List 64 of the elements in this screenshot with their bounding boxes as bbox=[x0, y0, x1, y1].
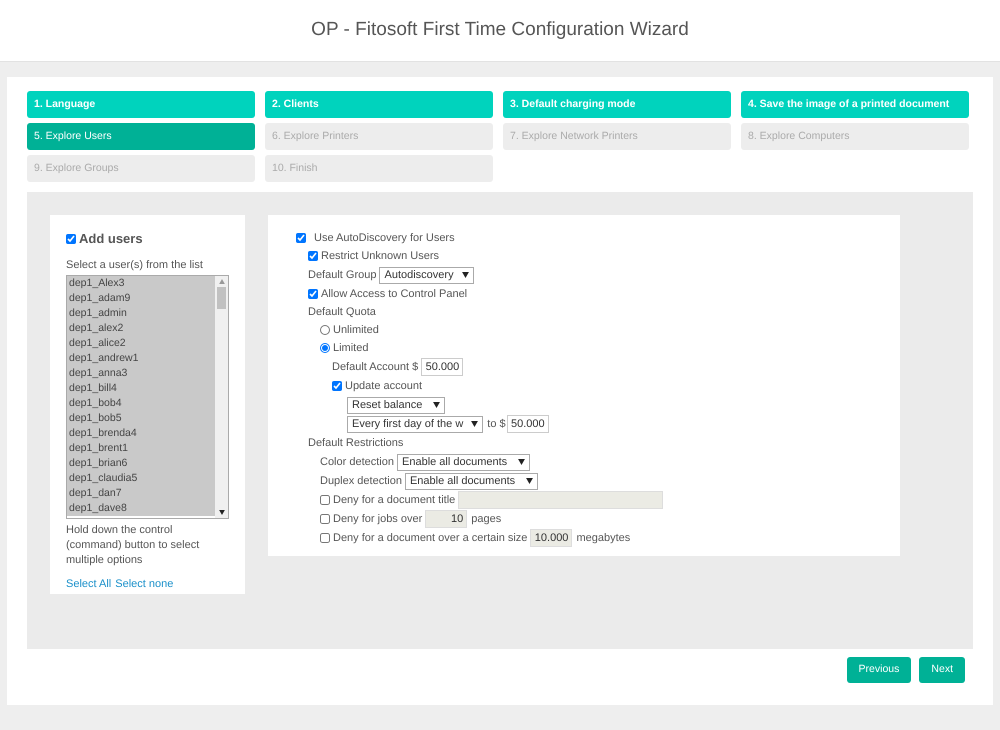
amount-field[interactable]: 50.000 bbox=[506, 415, 549, 433]
dropdown-select[interactable]: Enable all documents bbox=[404, 472, 538, 490]
user-list-item[interactable]: dep1_brenda4 bbox=[67, 426, 215, 441]
amount-field[interactable]: 50.000 bbox=[421, 358, 464, 376]
dropdown-select[interactable]: Every first day of the w bbox=[347, 416, 484, 432]
window-title: OP - Fitosoft First Time Configuration Wizard bbox=[311, 19, 689, 42]
dropdown-select[interactable]: Autodiscovery bbox=[379, 266, 474, 284]
dropdown-caret-icon bbox=[471, 421, 478, 427]
checkbox[interactable] bbox=[308, 289, 318, 299]
checkbox-label: Update account bbox=[345, 378, 422, 394]
field-label: Duplex detection bbox=[320, 474, 402, 489]
user-list-item[interactable]: dep1_andrew1 bbox=[67, 351, 215, 366]
radio-button[interactable] bbox=[320, 325, 330, 335]
select-link[interactable]: Select none bbox=[115, 576, 174, 592]
field-label: Color detection bbox=[320, 454, 394, 470]
field-label: to $ bbox=[487, 416, 506, 432]
checkbox-label: Deny for jobs over bbox=[333, 512, 422, 527]
section-label: Default Restrictions bbox=[308, 436, 404, 451]
checkbox-label: Deny for a document over a certain size bbox=[333, 530, 528, 546]
checkbox[interactable] bbox=[66, 234, 76, 244]
checkbox-label: Restrict Unknown Users bbox=[321, 248, 439, 264]
scroll-up-icon bbox=[218, 279, 224, 284]
help-text: Hold down the control (command) button to select multiple options bbox=[66, 523, 200, 568]
user-list-item[interactable]: dep1_admin bbox=[67, 306, 215, 321]
checkbox-label: Allow Access to Control Panel bbox=[321, 286, 468, 302]
user-list-item[interactable]: dep1_bob4 bbox=[67, 396, 215, 411]
list-label: Select a user(s) from the list bbox=[66, 258, 204, 272]
user-list-item[interactable]: dep1_alice2 bbox=[67, 336, 215, 351]
checkbox[interactable] bbox=[332, 381, 342, 391]
scroll-down-icon bbox=[218, 510, 224, 515]
user-list-item[interactable]: dep1_dave8 bbox=[67, 501, 215, 516]
user-list-item[interactable]: dep1_anna3 bbox=[67, 366, 215, 381]
field-label: Default Group bbox=[308, 268, 376, 283]
user-list-item[interactable]: dep1_adam9 bbox=[67, 291, 215, 306]
unit-label: megabytes bbox=[576, 530, 630, 546]
checkbox-label: Use AutoDiscovery for Users bbox=[314, 230, 455, 246]
select-link[interactable]: Select All bbox=[66, 576, 112, 592]
field-label: Default Account $ bbox=[332, 360, 418, 375]
user-list-box[interactable]: dep1_Alex3 dep1_adam9 dep1_admin dep1_alex2 dep1_alice2 dep1_andrew1 dep1_anna3 dep1_bill4 dep1_bob4 dep1_bob5 dep1_brenda4 dep1_brent1 dep1_brian6 dep1_claudia5 dep1_dan7 dep1_dave8 bbox=[66, 275, 229, 519]
user-list-item[interactable]: dep1_Alex3 bbox=[67, 276, 215, 291]
checkbox-label: Deny for a document title bbox=[333, 492, 456, 508]
scrollbar[interactable] bbox=[215, 276, 228, 518]
dropdown-caret-icon bbox=[433, 402, 440, 408]
checkbox[interactable] bbox=[308, 251, 318, 261]
user-list-item[interactable]: dep1_brent1 bbox=[67, 441, 215, 456]
user-list-item[interactable]: dep1_brian6 bbox=[67, 456, 215, 471]
dropdown-select[interactable]: Enable all documents bbox=[397, 454, 530, 470]
checkbox[interactable] bbox=[296, 233, 306, 243]
user-list-item[interactable]: dep1_claudia5 bbox=[67, 471, 215, 486]
radio-label: Unlimited bbox=[333, 322, 379, 338]
radio-label: Limited bbox=[333, 340, 368, 356]
scrollbar-thumb[interactable] bbox=[217, 287, 226, 309]
dropdown-select[interactable]: Reset balance bbox=[347, 396, 445, 414]
user-list-item[interactable]: dep1_bill4 bbox=[67, 381, 215, 396]
add-users-heading: Add users bbox=[79, 230, 143, 248]
dropdown-caret-icon bbox=[518, 459, 525, 465]
user-list-item[interactable]: dep1_dan7 bbox=[67, 486, 215, 501]
dropdown-caret-icon bbox=[526, 478, 533, 484]
section-label: Default Quota bbox=[308, 304, 376, 320]
dropdown-caret-icon bbox=[462, 272, 469, 278]
user-list-item[interactable]: dep1_alex2 bbox=[67, 321, 215, 336]
radio-button[interactable] bbox=[320, 343, 330, 353]
user-list-item[interactable]: dep1_bob5 bbox=[67, 411, 215, 426]
unit-label: pages bbox=[471, 512, 502, 527]
